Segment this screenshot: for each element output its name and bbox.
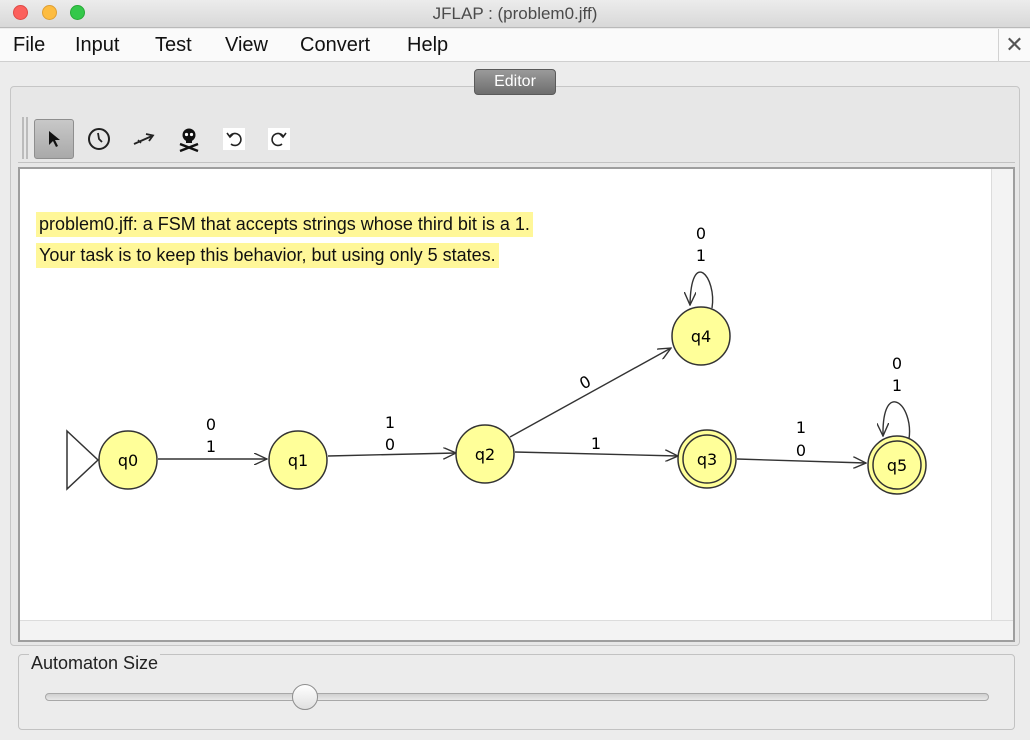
vertical-scrollbar[interactable] <box>991 169 1013 640</box>
arrow-pointer-icon <box>49 131 60 147</box>
state-circle-icon <box>88 128 110 150</box>
close-tab-button[interactable]: ✕ <box>998 29 1030 62</box>
redo-icon <box>268 128 290 150</box>
menu-help[interactable]: Help <box>407 34 448 57</box>
transition-q2-q4[interactable] <box>509 348 671 438</box>
window-title: JFLAP : (problem0.jff) <box>432 4 598 23</box>
state-creator-tool[interactable] <box>79 119 119 159</box>
skull-icon <box>179 128 199 153</box>
label-q4-q4-a: 0 <box>696 224 706 243</box>
transition-creator-tool[interactable] <box>124 119 164 159</box>
menu-convert[interactable]: Convert <box>300 34 370 57</box>
menu-test[interactable]: Test <box>155 34 192 57</box>
state-q0[interactable]: q0 <box>98 430 158 490</box>
title-bar: JFLAP : (problem0.jff) <box>0 0 1030 28</box>
automaton-canvas[interactable]: problem0.jff: a FSM that accepts strings… <box>18 167 1015 642</box>
label-q4-q4-b: 1 <box>696 246 706 265</box>
attribute-editor-tool[interactable] <box>34 119 74 159</box>
state-q5-label: q5 <box>887 456 907 475</box>
label-q1-q2-a: 1 <box>385 413 395 432</box>
automaton-graph: 0 1 1 0 0 1 1 0 0 1 0 1 q0 q1 q2 q3 q4 q… <box>66 224 927 495</box>
editor-toolbar <box>18 115 1015 163</box>
toolbar-grip[interactable] <box>22 117 28 159</box>
state-q4-label: q4 <box>691 327 711 346</box>
label-q3-q5-b: 0 <box>796 441 806 460</box>
tab-editor[interactable]: Editor <box>474 69 556 95</box>
state-q3[interactable]: q3 <box>677 429 737 489</box>
transition-arrow-icon <box>133 133 155 145</box>
label-q2-q4: 0 <box>576 372 594 394</box>
undo-tool[interactable] <box>214 119 254 159</box>
label-q1-q2-b: 0 <box>385 435 395 454</box>
label-q0-q1-b: 1 <box>206 437 216 456</box>
state-q1[interactable]: q1 <box>268 430 328 490</box>
label-q0-q1-a: 0 <box>206 415 216 434</box>
deleter-tool[interactable] <box>169 119 209 159</box>
state-q2-label: q2 <box>475 445 495 464</box>
menu-view[interactable]: View <box>225 34 268 57</box>
menu-bar: File Input Test View Convert Help ✕ <box>0 29 1030 62</box>
menu-input[interactable]: Input <box>75 34 119 57</box>
transition-q4-q4[interactable] <box>690 271 714 309</box>
automaton-size-panel: Automaton Size <box>18 653 1015 730</box>
tab-bar: Editor <box>0 63 1030 95</box>
state-q2[interactable]: q2 <box>455 424 515 484</box>
automaton-size-slider[interactable] <box>45 693 989 701</box>
state-q0-label: q0 <box>118 451 138 470</box>
label-q5-q5-b: 1 <box>892 376 902 395</box>
label-q3-q5-a: 1 <box>796 418 806 437</box>
horizontal-scrollbar[interactable] <box>20 620 1013 640</box>
state-q4[interactable]: q4 <box>671 306 731 366</box>
label-q2-q3: 1 <box>591 434 601 453</box>
state-q1-label: q1 <box>288 451 308 470</box>
initial-state-marker <box>66 429 100 491</box>
automaton-size-slider-thumb[interactable] <box>292 684 318 710</box>
label-q5-q5-a: 0 <box>892 354 902 373</box>
automaton-size-title: Automaton Size <box>29 653 161 674</box>
transition-q5-q5[interactable] <box>883 401 911 440</box>
redo-tool[interactable] <box>259 119 299 159</box>
state-q3-label: q3 <box>697 450 717 469</box>
menu-file[interactable]: File <box>13 34 45 57</box>
state-q5[interactable]: q5 <box>867 435 927 495</box>
undo-icon <box>223 128 245 150</box>
